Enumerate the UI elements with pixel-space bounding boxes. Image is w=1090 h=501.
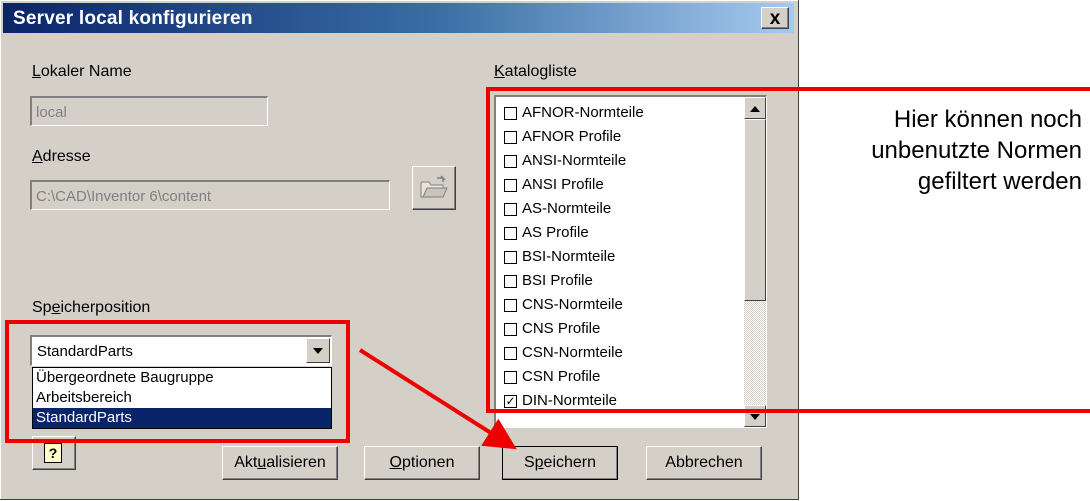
annotation-text: Hier können noch unbenutzte Normen gefil… bbox=[871, 106, 1082, 195]
annotation-arrow bbox=[358, 348, 517, 450]
